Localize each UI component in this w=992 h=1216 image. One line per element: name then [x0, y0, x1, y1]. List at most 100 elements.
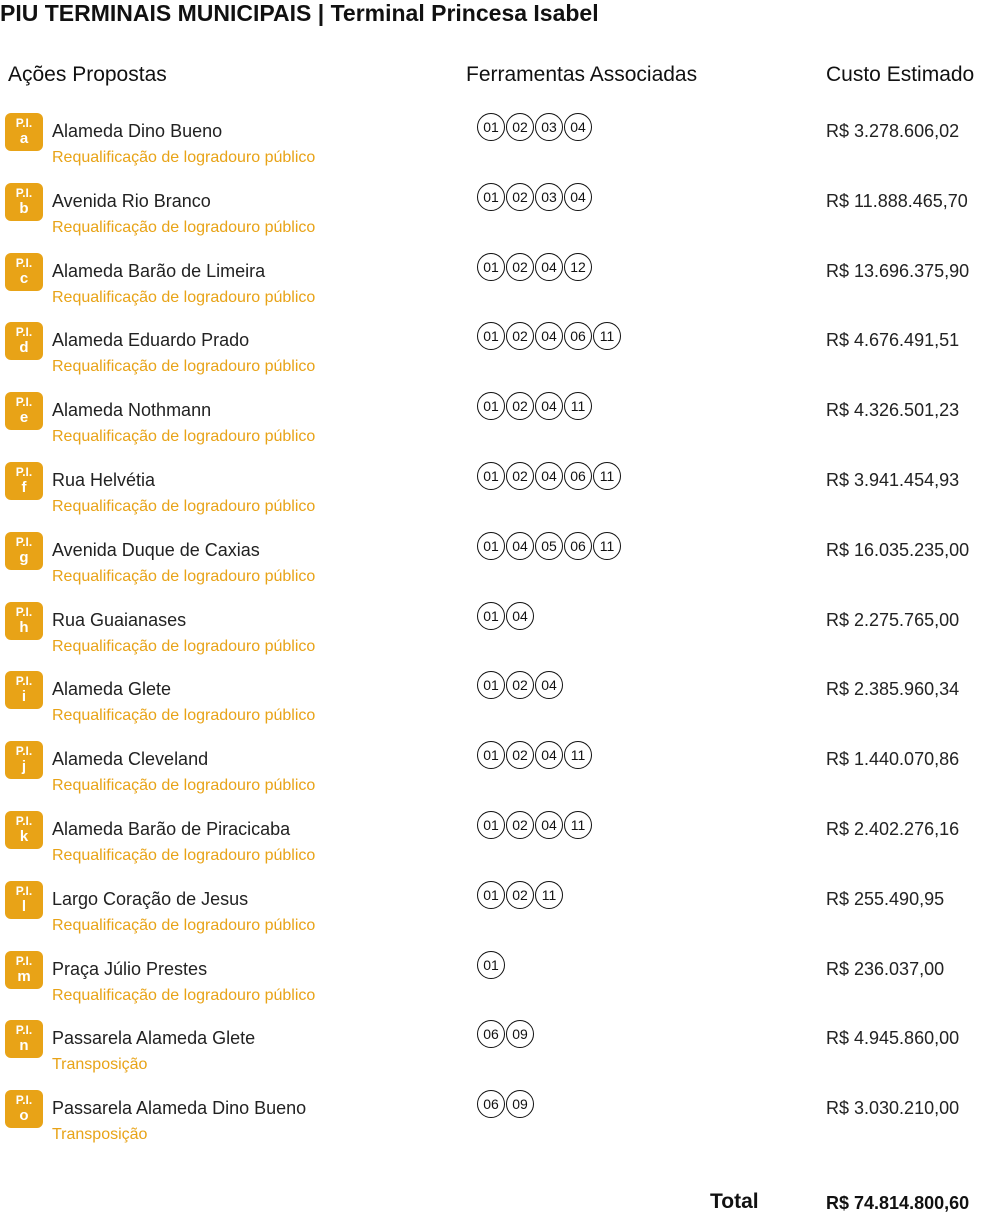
pi-badge-prefix: P.I.: [15, 744, 33, 758]
tool-number-badge: 11: [564, 811, 592, 839]
tool-list: 01 02 03 04: [477, 183, 592, 211]
pi-badge: P.I. n: [5, 1020, 43, 1058]
tool-number-badge: 02: [506, 671, 534, 699]
tool-number-badge: 02: [506, 881, 534, 909]
pi-badge: P.I. k: [5, 811, 43, 849]
pi-badge: P.I. i: [5, 671, 43, 709]
tool-list: 01 04 05 06 11: [477, 532, 621, 560]
pi-badge-prefix: P.I.: [15, 325, 33, 339]
table-row: P.I. n Passarela Alameda Glete Transposição…: [0, 1020, 992, 1090]
tool-number-badge: 11: [593, 322, 621, 350]
tool-number-badge: 04: [535, 392, 563, 420]
pi-badge: P.I. b: [5, 183, 43, 221]
tool-number-badge: 05: [535, 532, 563, 560]
pi-badge-prefix: P.I.: [15, 1093, 33, 1107]
tool-number-badge: 01: [477, 253, 505, 281]
action-type: Requalificação de logradouro público: [52, 568, 316, 585]
pi-badge-prefix: P.I.: [15, 186, 33, 200]
action-cost: R$ 3.941.454,93: [826, 470, 960, 490]
total-label: Total: [710, 1190, 759, 1213]
table-row: P.I. a Alameda Dino Bueno Requalificação de…: [0, 113, 992, 183]
tool-list: 06 09: [477, 1090, 534, 1118]
tool-list: 01 02 04 11: [477, 392, 592, 420]
action-name: Alameda Cleveland: [52, 749, 209, 769]
pi-badge: P.I. g: [5, 532, 43, 570]
action-type: Transposição: [52, 1056, 148, 1073]
pi-badge-letter: j: [21, 758, 27, 775]
action-type: Requalificação de logradouro público: [52, 219, 316, 236]
tool-number-badge: 01: [477, 532, 505, 560]
action-cost: R$ 2.275.765,00: [826, 610, 960, 630]
tool-list: 01 02 04 12: [477, 253, 592, 281]
tool-number-badge: 04: [506, 602, 534, 630]
tool-number-badge: 02: [506, 113, 534, 141]
tool-number-badge: 09: [506, 1020, 534, 1048]
tool-number-badge: 09: [506, 1090, 534, 1118]
pi-badge: P.I. m: [5, 951, 43, 989]
tool-number-badge: 11: [593, 532, 621, 560]
action-cost: R$ 16.035.235,00: [826, 540, 970, 560]
tool-list: 01 02 04 06 11: [477, 462, 621, 490]
tool-number-badge: 06: [564, 462, 592, 490]
table-row: P.I. o Passarela Alameda Dino Bueno Transpo…: [0, 1090, 992, 1160]
tool-number-badge: 01: [477, 183, 505, 211]
tool-number-badge: 01: [477, 671, 505, 699]
tool-number-badge: 01: [477, 741, 505, 769]
tool-number-badge: 11: [593, 462, 621, 490]
pi-badge-letter: k: [19, 828, 29, 845]
tool-number-badge: 06: [564, 532, 592, 560]
tool-number-badge: 01: [477, 322, 505, 350]
tool-number-badge: 02: [506, 322, 534, 350]
tool-number-badge: 04: [564, 113, 592, 141]
action-name: Passarela Alameda Glete: [52, 1028, 256, 1048]
action-type: Requalificação de logradouro público: [52, 498, 316, 515]
tool-number-badge: 02: [506, 183, 534, 211]
action-name: Alameda Glete: [52, 679, 172, 699]
tool-number-badge: 04: [535, 462, 563, 490]
action-cost: R$ 4.945.860,00: [826, 1028, 960, 1048]
pi-badge-letter: n: [19, 1037, 29, 1054]
header-actions: Ações Propostas: [8, 63, 167, 86]
pi-badge-letter: b: [19, 200, 29, 217]
pi-badge-prefix: P.I.: [15, 814, 33, 828]
tool-number-badge: 02: [506, 741, 534, 769]
pi-badge-prefix: P.I.: [15, 1023, 33, 1037]
action-type: Requalificação de logradouro público: [52, 707, 316, 724]
pi-badge: P.I. c: [5, 253, 43, 291]
action-name: Passarela Alameda Dino Bueno: [52, 1098, 307, 1118]
action-name: Praça Júlio Prestes: [52, 959, 208, 979]
pi-badge-letter: a: [19, 130, 29, 147]
tool-number-badge: 01: [477, 113, 505, 141]
tool-list: 01 02 11: [477, 881, 563, 909]
action-name: Rua Helvétia: [52, 470, 156, 490]
tool-number-badge: 06: [564, 322, 592, 350]
tool-number-badge: 01: [477, 602, 505, 630]
page-title: PIU TERMINAIS MUNICIPAIS | Terminal Prin…: [0, 0, 599, 26]
action-name: Largo Coração de Jesus: [52, 889, 249, 909]
pi-badge-prefix: P.I.: [15, 116, 33, 130]
action-cost: R$ 2.402.276,16: [826, 819, 960, 839]
tool-number-badge: 03: [535, 113, 563, 141]
pi-badge: P.I. l: [5, 881, 43, 919]
action-type: Requalificação de logradouro público: [52, 149, 316, 166]
action-cost: R$ 1.440.070,86: [826, 749, 960, 769]
tool-number-badge: 04: [535, 253, 563, 281]
action-cost: R$ 13.696.375,90: [826, 261, 970, 281]
pi-badge-letter: i: [21, 688, 27, 705]
action-name: Avenida Duque de Caxias: [52, 540, 260, 560]
table-row: P.I. h Rua Guaianases Requalificação de log…: [0, 602, 992, 672]
tool-list: 01: [477, 951, 505, 979]
tool-list: 01 02 04: [477, 671, 563, 699]
tool-list: 01 04: [477, 602, 534, 630]
pi-badge: P.I. h: [5, 602, 43, 640]
table-row: P.I. g Avenida Duque de Caxias Requalificaç…: [0, 532, 992, 602]
table-row: P.I. j Alameda Cleveland Requalificação de …: [0, 741, 992, 811]
tool-number-badge: 11: [564, 741, 592, 769]
action-type: Requalificação de logradouro público: [52, 777, 316, 794]
table-row: P.I. k Alameda Barão de Piracicaba Requalif…: [0, 811, 992, 881]
pi-badge-letter: c: [19, 270, 29, 287]
action-cost: R$ 236.037,00: [826, 959, 945, 979]
tool-list: 06 09: [477, 1020, 534, 1048]
pi-badge: P.I. a: [5, 113, 43, 151]
tool-number-badge: 11: [535, 881, 563, 909]
